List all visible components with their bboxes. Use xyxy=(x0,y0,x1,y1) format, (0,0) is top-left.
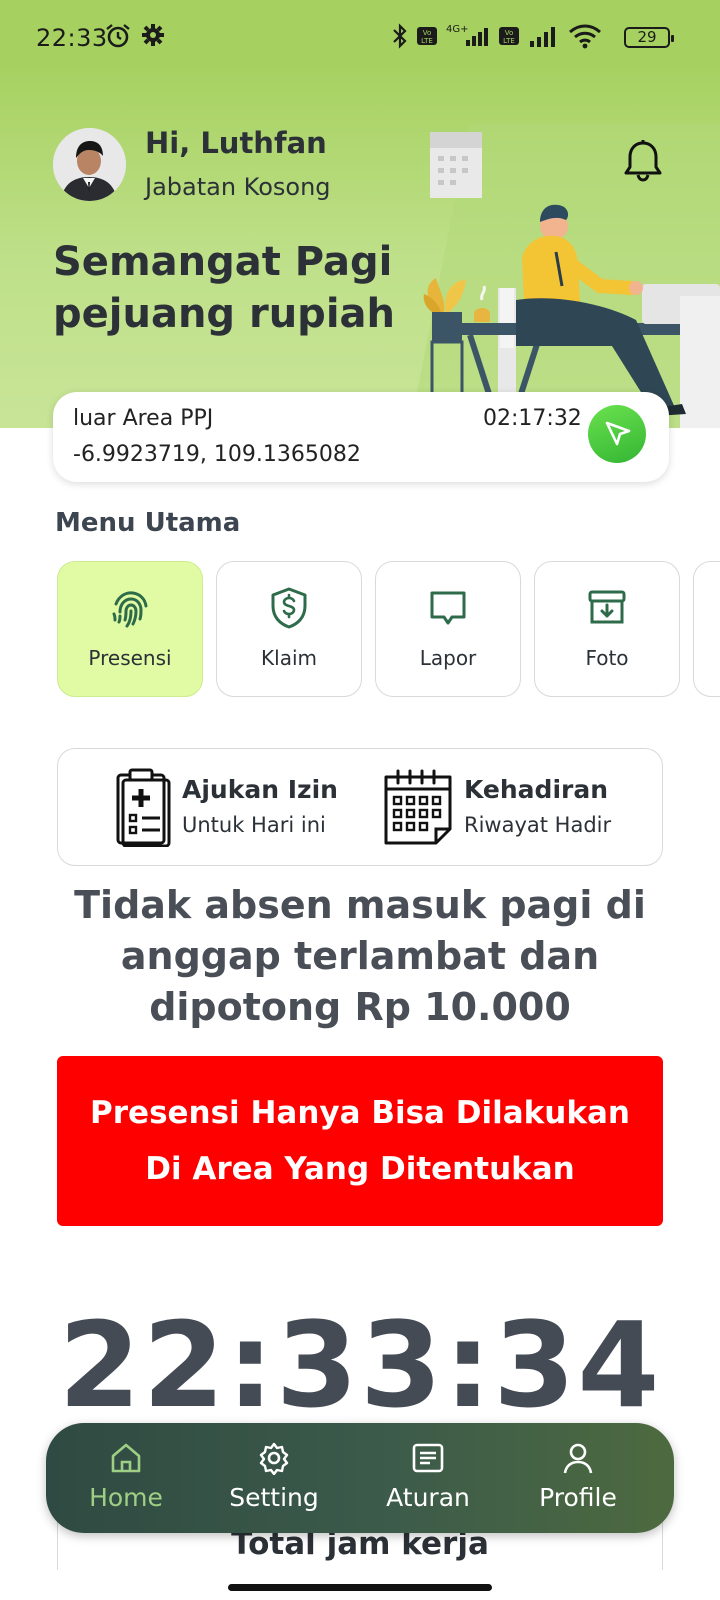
bell-icon[interactable] xyxy=(622,138,664,182)
nav-setting[interactable]: Setting xyxy=(204,1441,344,1521)
status-time: 22:33 xyxy=(36,24,108,52)
shield-dollar-icon xyxy=(271,587,307,629)
svg-text:LTE: LTE xyxy=(421,37,433,45)
bottom-navigation: Home Setting Aturan Profile xyxy=(46,1423,674,1533)
nav-label: Setting xyxy=(229,1483,319,1512)
wifi-icon xyxy=(569,24,601,49)
nav-aturan[interactable]: Aturan xyxy=(358,1441,498,1521)
main-menu: Presensi Klaim Lapor Foto xyxy=(57,561,720,701)
svg-text:Vo: Vo xyxy=(505,29,514,37)
position-text: Jabatan Kosong xyxy=(145,173,331,201)
kehadiran-title: Kehadiran xyxy=(464,775,609,804)
menu-title: Menu Utama xyxy=(55,508,241,538)
send-location-button[interactable] xyxy=(588,405,646,463)
motto-text: Semangat Pagi pejuang rupiah xyxy=(53,239,395,337)
menu-item-more[interactable] xyxy=(693,561,720,697)
document-icon xyxy=(412,1443,444,1473)
calendar-icon xyxy=(384,769,452,845)
work-desk-illustration xyxy=(410,124,720,428)
menu-item-label: Foto xyxy=(585,646,629,670)
kehadiran-subtitle: Riwayat Hadir xyxy=(464,813,612,837)
menu-item-lapor[interactable]: Lapor xyxy=(375,561,521,697)
home-indicator[interactable] xyxy=(228,1584,492,1591)
message-icon xyxy=(430,591,466,625)
volte-icon: VoLTE xyxy=(499,27,519,45)
live-clock: 22:33:34 xyxy=(58,1296,662,1434)
greeting-text: Hi, Luthfan xyxy=(145,126,327,160)
status-bar: 22:33 Vo LTE 4G+ Vo LTE 29 xyxy=(0,0,720,62)
menu-item-foto[interactable]: Foto xyxy=(534,561,680,697)
home-icon xyxy=(111,1443,141,1473)
svg-text:LTE: LTE xyxy=(503,37,515,45)
signal-icon xyxy=(530,27,555,47)
svg-text:4G+: 4G+ xyxy=(446,24,469,35)
send-icon xyxy=(605,421,631,446)
header-banner: Hi, Luthfan Jabatan Kosong Semangat Pagi… xyxy=(0,62,720,428)
location-area: luar Area PPJ xyxy=(73,406,214,431)
area-warning-line1: Presensi Hanya Bisa Dilakukan xyxy=(90,1095,630,1131)
kehadiran-button[interactable]: Kehadiran Riwayat Hadir xyxy=(382,767,652,849)
gear-icon xyxy=(259,1442,289,1475)
battery-indicator: 29 xyxy=(624,27,674,48)
ajukan-izin-button[interactable]: Ajukan Izin Untuk Hari ini xyxy=(114,767,354,849)
alarm-icon xyxy=(106,24,130,48)
nav-home[interactable]: Home xyxy=(56,1441,196,1521)
quick-actions-card: Ajukan Izin Untuk Hari ini Kehadiran Riw… xyxy=(57,748,663,866)
nav-profile[interactable]: Profile xyxy=(508,1441,648,1521)
fingerprint-icon xyxy=(112,591,148,628)
nav-label: Home xyxy=(89,1483,163,1512)
late-notice: Tidak absen masuk pagi di anggap terlamb… xyxy=(74,883,646,1029)
svg-text:Vo: Vo xyxy=(423,29,432,37)
area-warning-banner: Presensi Hanya Bisa Dilakukan Di Area Ya… xyxy=(57,1056,663,1226)
archive-download-icon xyxy=(588,590,626,624)
menu-item-presensi[interactable]: Presensi xyxy=(57,561,203,697)
menu-item-klaim[interactable]: Klaim xyxy=(216,561,362,697)
location-time: 02:17:32 xyxy=(483,406,582,431)
signal-4g-icon: 4G+ xyxy=(446,24,488,46)
medical-clipboard-icon xyxy=(116,768,171,847)
nav-label: Aturan xyxy=(386,1483,470,1512)
location-card: luar Area PPJ -6.9923719, 109.1365082 02… xyxy=(53,392,669,482)
area-warning-line2: Di Area Yang Ditentukan xyxy=(145,1151,575,1187)
volte-icon: VoLTE xyxy=(417,27,437,45)
menu-item-label: Presensi xyxy=(88,646,172,670)
user-icon xyxy=(563,1443,593,1474)
bluetooth-icon xyxy=(393,23,407,49)
nav-label: Profile xyxy=(539,1483,617,1512)
menu-item-label: Klaim xyxy=(261,646,317,670)
avatar[interactable] xyxy=(53,128,126,201)
ajukan-izin-title: Ajukan Izin xyxy=(182,775,338,804)
location-coordinates: -6.9923719, 109.1365082 xyxy=(73,442,361,467)
ajukan-izin-subtitle: Untuk Hari ini xyxy=(182,813,326,837)
menu-item-label: Lapor xyxy=(419,646,477,670)
gear-icon xyxy=(142,24,164,46)
